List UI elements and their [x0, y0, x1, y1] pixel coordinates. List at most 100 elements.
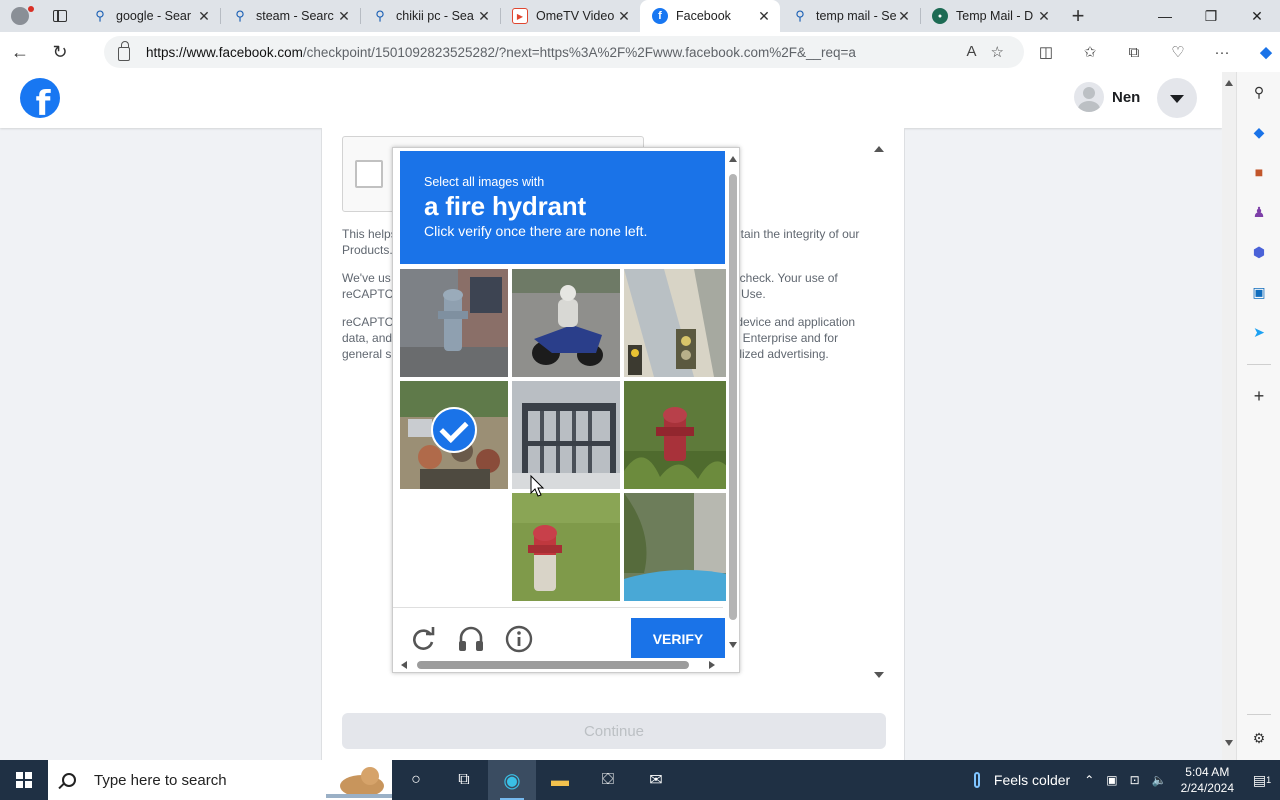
- split-screen-icon[interactable]: ◫: [1024, 32, 1068, 72]
- tab-actions-button[interactable]: [40, 0, 80, 32]
- scroll-up-arrow[interactable]: [1225, 80, 1233, 86]
- scroll-thumb[interactable]: [417, 661, 689, 669]
- tab-temp-mail[interactable]: ● Temp Mail - D ✕: [920, 0, 1060, 32]
- clock[interactable]: 5:04 AM 2/24/2024: [1181, 764, 1234, 796]
- scroll-right-arrow[interactable]: [709, 661, 715, 669]
- audio-icon[interactable]: [456, 624, 486, 654]
- cortana-icon[interactable]: ○: [392, 760, 440, 800]
- tools-briefcase-icon[interactable]: ■: [1249, 162, 1269, 182]
- browser-essentials-icon[interactable]: ♡: [1156, 32, 1200, 72]
- task-view-icon[interactable]: ⧉: [440, 760, 488, 800]
- search-icon[interactable]: ⚲: [1249, 82, 1269, 102]
- captcha-tile-2[interactable]: [512, 269, 620, 377]
- refresh-button[interactable]: ↻: [40, 32, 80, 72]
- tab-chikii[interactable]: ⚲ chikii pc - Sea ✕: [360, 0, 500, 32]
- account-menu-button[interactable]: [1157, 78, 1197, 118]
- start-button[interactable]: [0, 760, 48, 800]
- address-bar[interactable]: https://www.facebook.com/checkpoint/1501…: [104, 36, 1024, 68]
- verify-button[interactable]: VERIFY: [631, 618, 725, 660]
- mail-icon[interactable]: ✉: [632, 760, 680, 800]
- tab-temp-mail-search[interactable]: ⚲ temp mail - Se ✕: [780, 0, 920, 32]
- new-tab-button[interactable]: +: [1060, 0, 1096, 32]
- favorites-icon[interactable]: ✩: [1068, 32, 1112, 72]
- user-name: Nen: [1112, 88, 1141, 106]
- read-aloud-icon[interactable]: A: [967, 43, 977, 61]
- edge-taskbar-icon[interactable]: ◉: [488, 760, 536, 800]
- close-icon[interactable]: ✕: [336, 8, 352, 25]
- tab-title: steam - Searc: [256, 9, 334, 23]
- windows-taskbar: Type here to search ○ ⧉ ◉ ▬ ⛋ ✉ Feels co…: [0, 760, 1280, 800]
- weather-widget[interactable]: Feels colder: [973, 772, 1070, 788]
- notification-center-icon[interactable]: ▤ 1: [1244, 760, 1280, 800]
- close-icon[interactable]: ✕: [1036, 8, 1052, 25]
- user-profile-chip[interactable]: Nen: [1074, 82, 1140, 112]
- tile-image: [624, 493, 732, 601]
- network-icon[interactable]: ⊡: [1130, 773, 1140, 787]
- meet-now-icon[interactable]: ▣: [1106, 773, 1117, 787]
- back-button[interactable]: ←: [0, 32, 40, 72]
- restore-button[interactable]: ❐: [1188, 0, 1234, 32]
- captcha-tile-3[interactable]: [624, 269, 732, 377]
- close-icon[interactable]: ✕: [896, 8, 912, 25]
- close-icon[interactable]: ✕: [756, 8, 772, 25]
- inner-scroll-up-arrow[interactable]: [874, 146, 884, 152]
- tab-google[interactable]: ⚲ google - Sear ✕: [80, 0, 220, 32]
- scroll-left-arrow[interactable]: [401, 661, 407, 669]
- captcha-tile-6[interactable]: [624, 381, 732, 489]
- drop-icon[interactable]: ➤: [1249, 322, 1269, 342]
- shopping-tag-icon[interactable]: ◆: [1249, 122, 1269, 142]
- close-icon[interactable]: ✕: [196, 8, 212, 25]
- file-explorer-icon[interactable]: ▬: [536, 760, 584, 800]
- close-icon[interactable]: ✕: [616, 8, 632, 25]
- recaptcha-checkbox[interactable]: [355, 160, 383, 188]
- scroll-up-arrow[interactable]: [729, 156, 737, 162]
- microsoft-store-icon[interactable]: ⛋: [584, 760, 632, 800]
- tile-image: [512, 493, 620, 601]
- captcha-tile-7[interactable]: [400, 493, 508, 601]
- tile-image: [624, 269, 732, 377]
- para-fragment: ty check. Your use of: [727, 271, 838, 285]
- profile-button[interactable]: [0, 0, 40, 32]
- lock-icon[interactable]: [118, 41, 130, 61]
- outlook-icon[interactable]: ▣: [1249, 282, 1269, 302]
- close-icon[interactable]: ✕: [476, 8, 492, 25]
- info-icon[interactable]: [504, 624, 534, 654]
- facebook-icon: f: [652, 8, 668, 24]
- para-fragment: nalized advertising.: [726, 347, 829, 361]
- volume-muted-icon[interactable]: 🔈: [1152, 773, 1167, 787]
- add-sidebar-app-icon[interactable]: +: [1249, 386, 1269, 406]
- close-window-button[interactable]: ✕: [1234, 0, 1280, 32]
- challenge-horizontal-scrollbar[interactable]: [393, 658, 726, 672]
- settings-gear-icon[interactable]: ⚙: [1249, 728, 1269, 748]
- show-hidden-icons-icon[interactable]: ⌃: [1084, 773, 1094, 787]
- challenge-vertical-scrollbar[interactable]: [726, 148, 739, 663]
- continue-button[interactable]: Continue: [342, 713, 886, 749]
- captcha-tile-9[interactable]: [624, 493, 732, 601]
- reload-icon[interactable]: [408, 624, 438, 654]
- windows-logo-icon: [16, 772, 32, 788]
- scroll-down-arrow[interactable]: [729, 642, 737, 648]
- more-menu-icon[interactable]: ···: [1200, 32, 1244, 72]
- favorite-star-icon[interactable]: ☆: [991, 43, 1004, 61]
- clock-time: 5:04 AM: [1185, 765, 1230, 779]
- tab-steam[interactable]: ⚲ steam - Searc ✕: [220, 0, 360, 32]
- facebook-logo[interactable]: f: [20, 78, 60, 118]
- tab-ometv[interactable]: ▶ OmeTV Video ✕: [500, 0, 640, 32]
- taskbar-search-box[interactable]: Type here to search: [48, 760, 392, 800]
- captcha-tile-5[interactable]: [512, 381, 620, 489]
- captcha-tile-4[interactable]: [400, 381, 508, 489]
- scroll-down-arrow[interactable]: [1225, 740, 1233, 746]
- games-icon[interactable]: ♟: [1249, 202, 1269, 222]
- copilot-icon[interactable]: ◆: [1244, 32, 1280, 72]
- tab-facebook[interactable]: f Facebook ✕: [640, 0, 780, 32]
- search-icon: [62, 773, 76, 787]
- collections-icon[interactable]: ⧉: [1112, 32, 1156, 72]
- minimize-button[interactable]: —: [1142, 0, 1188, 32]
- inner-scroll-down-arrow[interactable]: [874, 672, 884, 678]
- microsoft-365-icon[interactable]: ⬢: [1249, 242, 1269, 262]
- captcha-tile-1[interactable]: [400, 269, 508, 377]
- page-vertical-scrollbar[interactable]: [1222, 72, 1236, 760]
- ometv-icon: ▶: [512, 8, 528, 24]
- scroll-thumb[interactable]: [729, 174, 737, 620]
- captcha-tile-8[interactable]: [512, 493, 620, 601]
